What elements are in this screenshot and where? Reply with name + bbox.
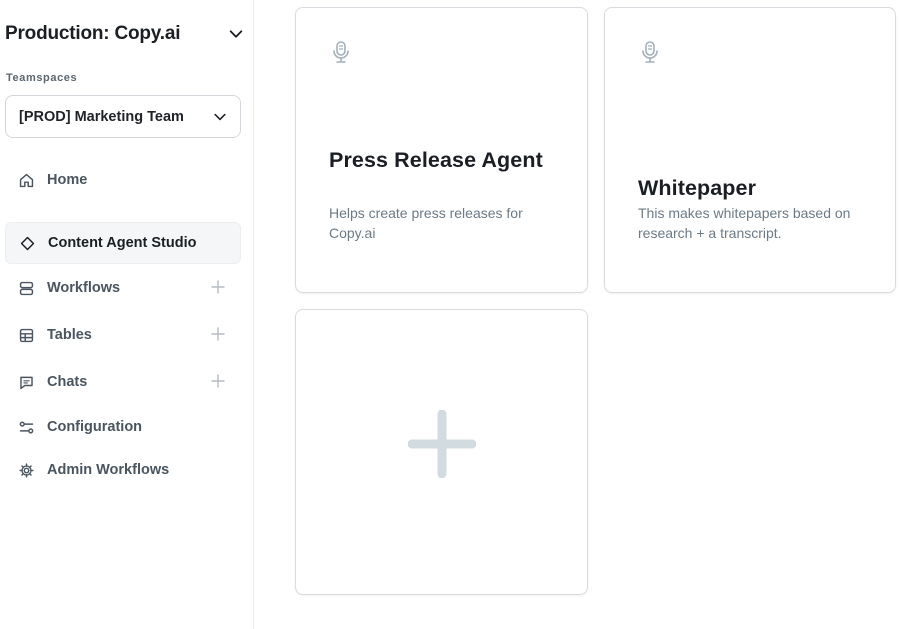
microphone-icon — [330, 40, 352, 66]
sliders-icon — [17, 418, 35, 436]
sidebar-item-admin-workflows[interactable]: Admin Workflows — [5, 449, 241, 491]
agent-card-whitepaper[interactable]: Whitepaper This makes whitepapers based … — [604, 7, 896, 293]
sidebar: Production: Copy.ai Teamspaces [PROD] Ma… — [0, 0, 254, 629]
sidebar-item-label: Tables — [47, 327, 92, 343]
add-agent-card[interactable] — [295, 309, 588, 595]
workspace-switcher[interactable]: Production: Copy.ai — [5, 20, 245, 48]
sidebar-item-tables[interactable]: Tables — [5, 314, 241, 356]
sidebar-item-home[interactable]: Home — [5, 159, 241, 201]
sidebar-item-label: Admin Workflows — [47, 462, 169, 478]
add-chat-button[interactable] — [211, 374, 225, 388]
chevron-down-icon — [227, 25, 245, 43]
sidebar-item-workflows[interactable]: Workflows — [5, 267, 241, 309]
workspace-title: Production: Copy.ai — [5, 23, 180, 45]
diamond-icon — [18, 234, 36, 252]
sidebar-item-label: Home — [47, 172, 87, 188]
card-title: Whitepaper — [638, 174, 868, 203]
sidebar-item-label: Configuration — [47, 419, 142, 435]
card-description: Helps create press releases for Copy.ai — [329, 203, 554, 243]
sidebar-item-content-agent-studio[interactable]: Content Agent Studio — [5, 222, 241, 264]
workflows-icon — [17, 279, 35, 297]
home-icon — [17, 171, 35, 189]
chat-icon — [17, 373, 35, 391]
sidebar-item-label: Workflows — [47, 280, 120, 296]
microphone-icon — [639, 40, 661, 66]
plus-icon — [408, 410, 476, 478]
agent-card-press-release[interactable]: Press Release Agent Helps create press r… — [295, 7, 588, 293]
card-title: Press Release Agent — [329, 146, 559, 175]
sidebar-item-label: Chats — [47, 374, 87, 390]
sidebar-item-chats[interactable]: Chats — [5, 361, 241, 403]
sidebar-item-label: Content Agent Studio — [48, 235, 196, 251]
table-icon — [17, 326, 35, 344]
teamspace-select-value: [PROD] Marketing Team — [19, 109, 184, 125]
add-workflow-button[interactable] — [211, 280, 225, 294]
sidebar-item-configuration[interactable]: Configuration — [5, 406, 241, 448]
teamspaces-label: Teamspaces — [6, 72, 77, 84]
teamspace-select[interactable]: [PROD] Marketing Team — [5, 95, 241, 138]
card-description: This makes whitepapers based on research… — [638, 203, 868, 243]
chevron-down-icon — [212, 109, 228, 125]
add-table-button[interactable] — [211, 327, 225, 341]
gear-icon — [17, 461, 35, 479]
